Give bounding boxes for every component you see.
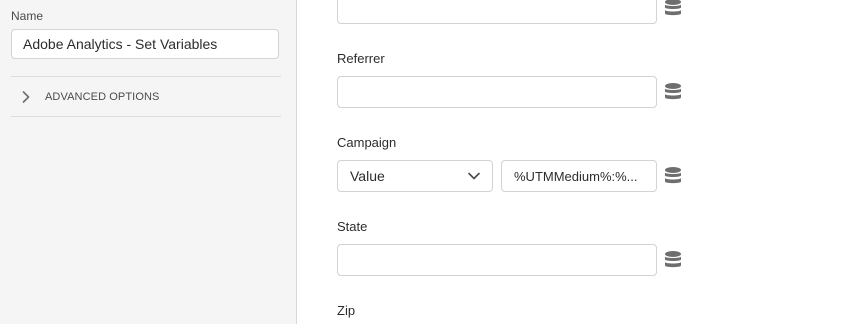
campaign-type-select[interactable]: Value [337, 160, 493, 192]
name-field-label: Name [11, 9, 44, 23]
advanced-options-toggle[interactable]: ADVANCED OPTIONS [11, 77, 281, 116]
advanced-options-label: ADVANCED OPTIONS [45, 90, 160, 103]
previous-field-input[interactable] [337, 0, 657, 24]
database-icon[interactable] [664, 0, 682, 18]
state-input[interactable] [337, 244, 657, 276]
divider [11, 116, 281, 117]
database-icon[interactable] [664, 250, 682, 270]
referrer-label: Referrer [337, 51, 385, 66]
state-label: State [337, 219, 368, 234]
campaign-value-input[interactable] [501, 160, 657, 192]
name-field[interactable] [11, 29, 279, 59]
campaign-label: Campaign [337, 135, 397, 150]
database-icon[interactable] [664, 82, 682, 102]
sidebar-panel: Name ADVANCED OPTIONS [0, 0, 297, 324]
referrer-input[interactable] [337, 76, 657, 108]
chevron-right-icon [22, 90, 36, 104]
zip-label: Zip [337, 303, 356, 318]
database-icon[interactable] [664, 166, 682, 186]
chevron-down-icon [468, 167, 480, 185]
campaign-type-value: Value [350, 168, 385, 184]
